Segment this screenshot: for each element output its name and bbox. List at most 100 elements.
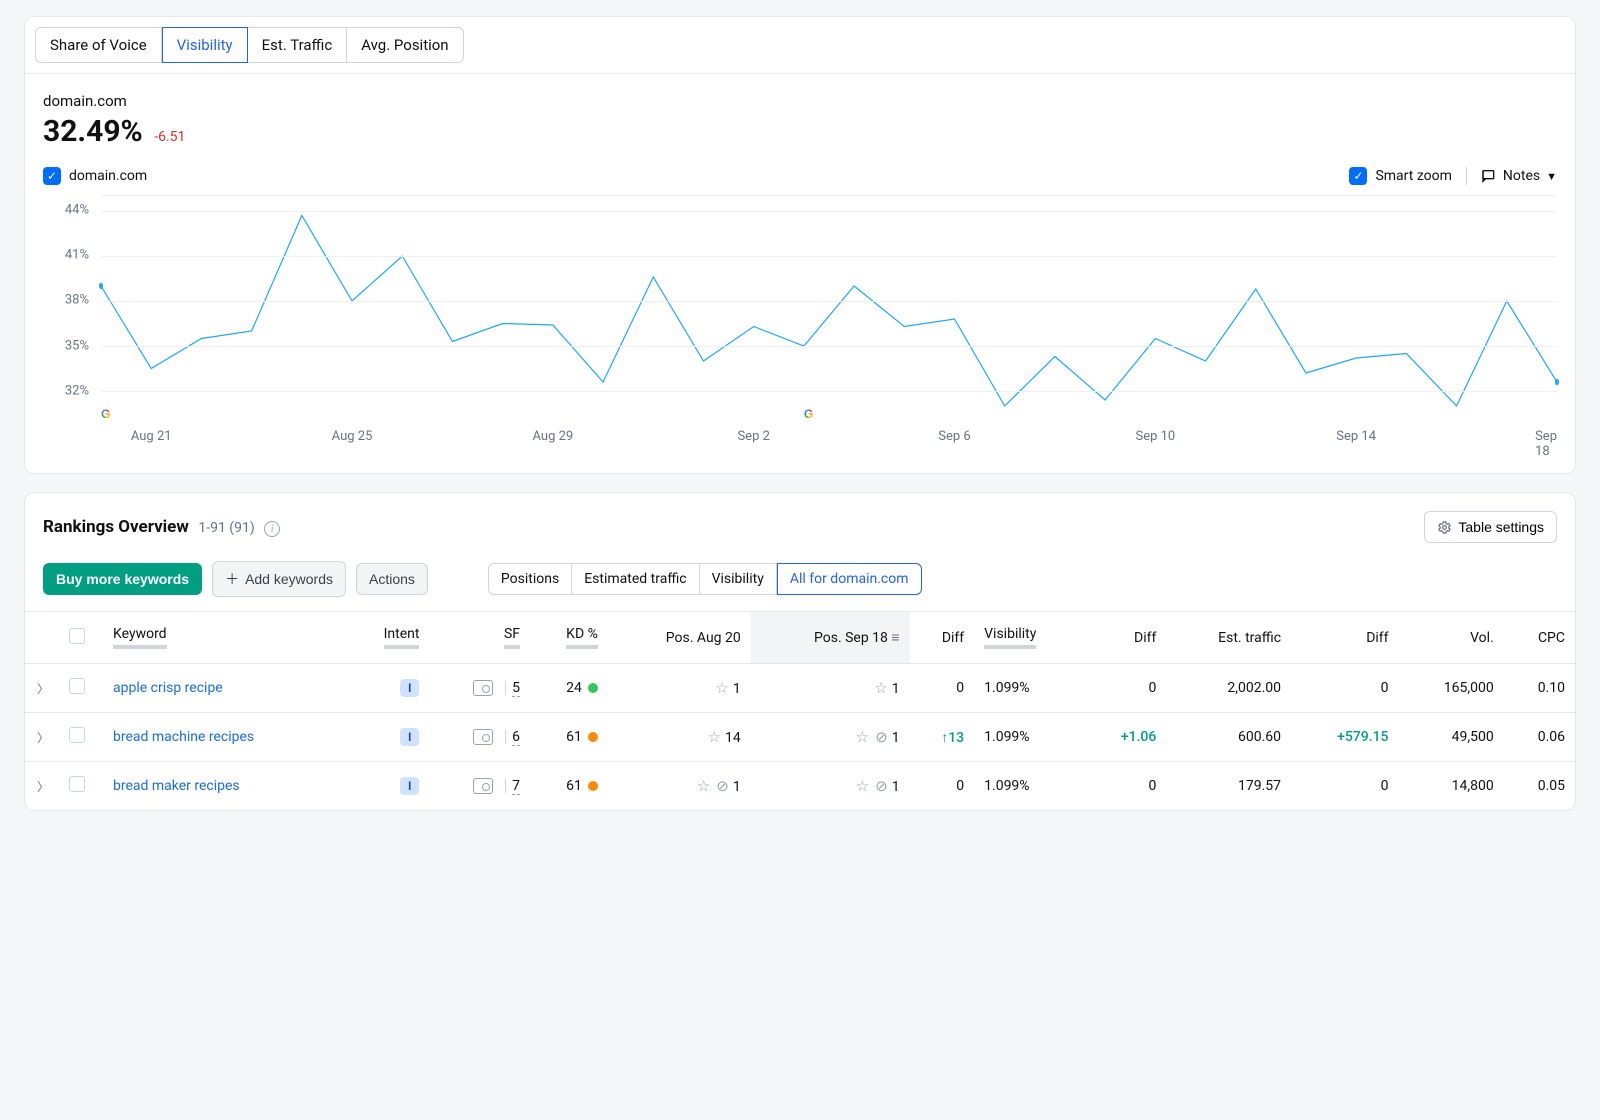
actions-button[interactable]: Actions xyxy=(356,563,428,595)
star-icon: ☆ xyxy=(874,679,887,697)
intent-badge: I xyxy=(400,777,419,795)
col-diff[interactable]: Diff xyxy=(910,612,975,664)
star-icon: ☆ xyxy=(697,777,710,795)
tab-est-traffic[interactable]: Est. Traffic xyxy=(248,27,348,63)
col-vol[interactable]: Vol. xyxy=(1399,612,1504,664)
cpc-cell: 0.05 xyxy=(1538,778,1565,794)
col-kd[interactable]: KD % xyxy=(530,612,608,664)
col-pos1[interactable]: Pos. Sep 18 ≡ xyxy=(751,612,910,664)
sf-count[interactable]: 6 xyxy=(512,729,520,746)
keyword-link[interactable]: bread machine recipes xyxy=(113,729,254,745)
visibility-delta: -6.51 xyxy=(154,129,185,145)
col-intent[interactable]: Intent xyxy=(345,612,429,664)
add-keywords-button[interactable]: ＋ Add keywords xyxy=(212,561,346,597)
row-checkbox[interactable] xyxy=(69,776,85,792)
gear-icon xyxy=(1437,520,1452,535)
row-checkbox[interactable] xyxy=(69,678,85,694)
keyword-link[interactable]: apple crisp recipe xyxy=(113,680,223,696)
serp-features-icon[interactable] xyxy=(473,680,493,696)
keyword-link[interactable]: bread maker recipes xyxy=(113,778,240,794)
diff-value: ↑13 xyxy=(941,730,964,746)
col-pos0[interactable]: Pos. Aug 20 xyxy=(608,612,751,664)
expand-icon[interactable]: 〉 xyxy=(37,731,49,745)
buy-keywords-button[interactable]: Buy more keywords xyxy=(43,563,202,595)
kd-dot-icon xyxy=(588,683,598,693)
kd-value: 61 xyxy=(566,778,582,794)
kd-value: 24 xyxy=(566,680,582,696)
checkbox-icon: ✓ xyxy=(43,167,61,185)
tab-visibility[interactable]: Visibility xyxy=(162,27,248,63)
kd-value: 61 xyxy=(566,729,582,745)
pos-aug20: 1 xyxy=(733,779,741,795)
legend-series-label: domain.com xyxy=(69,168,147,184)
star-icon: ☆ xyxy=(715,679,728,697)
notes-icon xyxy=(1481,168,1497,184)
col-sf[interactable]: SF xyxy=(429,612,530,664)
col-vis-diff[interactable]: Diff xyxy=(1083,612,1167,664)
expand-icon[interactable]: 〉 xyxy=(37,682,49,696)
pos-sep18: 1 xyxy=(892,681,900,697)
volume-cell: 14,800 xyxy=(1452,778,1494,794)
view-segmented: Positions Estimated traffic Visibility A… xyxy=(488,563,922,595)
seg-visibility[interactable]: Visibility xyxy=(700,563,777,595)
serp-features-icon[interactable] xyxy=(473,729,493,745)
diff-value: 0 xyxy=(956,778,964,794)
visibility-cell: 1.099% xyxy=(984,729,1029,745)
col-keyword[interactable]: Keyword xyxy=(103,612,345,664)
visibility-chart[interactable]: 32%35%38%41%44% Aug 21Aug 25Aug 29Sep 2S… xyxy=(43,195,1557,455)
row-checkbox[interactable] xyxy=(69,727,85,743)
info-icon[interactable]: i xyxy=(264,521,280,537)
table-row: 〉 apple crisp recipe I 5 24 ☆1 ☆1 0 1.09… xyxy=(25,664,1575,713)
seg-all[interactable]: All for domain.com xyxy=(777,563,922,595)
est-diff: 0 xyxy=(1381,778,1389,794)
pos-sep18: 1 xyxy=(892,779,900,795)
seg-positions[interactable]: Positions xyxy=(488,563,572,595)
est-traffic-cell: 179.57 xyxy=(1238,778,1281,794)
google-update-icon[interactable] xyxy=(804,407,813,421)
serp-features-icon[interactable] xyxy=(473,778,493,794)
est-diff: 0 xyxy=(1381,680,1389,696)
intent-badge: I xyxy=(400,679,419,697)
notes-button[interactable]: Notes ▼ xyxy=(1481,168,1557,184)
visibility-value: 32.49% xyxy=(43,114,143,149)
legend-series[interactable]: ✓ domain.com xyxy=(43,167,147,185)
select-all-checkbox[interactable] xyxy=(69,628,85,644)
metric-tabs: Share of Voice Visibility Est. Traffic A… xyxy=(25,17,1575,63)
smart-zoom-toggle[interactable]: ✓ Smart zoom xyxy=(1349,167,1451,185)
expand-icon[interactable]: 〉 xyxy=(37,780,49,794)
link-icon: ⊘ xyxy=(875,728,888,746)
visibility-cell: 1.099% xyxy=(984,680,1029,696)
sf-count[interactable]: 5 xyxy=(512,680,520,697)
tab-share-of-voice[interactable]: Share of Voice xyxy=(35,27,162,63)
plus-icon: ＋ xyxy=(225,569,239,589)
table-row: 〉 bread machine recipes I 6 61 ☆14 ☆⊘1 ↑… xyxy=(25,713,1575,762)
col-cpc[interactable]: CPC xyxy=(1504,612,1575,664)
cpc-cell: 0.10 xyxy=(1538,680,1565,696)
tab-avg-position[interactable]: Avg. Position xyxy=(347,27,463,63)
visibility-panel: Share of Voice Visibility Est. Traffic A… xyxy=(24,16,1576,474)
table-settings-button[interactable]: Table settings xyxy=(1424,511,1557,543)
seg-est-traffic[interactable]: Estimated traffic xyxy=(572,563,699,595)
notes-label: Notes xyxy=(1503,168,1540,184)
pos-sep18: 1 xyxy=(892,730,900,746)
volume-cell: 165,000 xyxy=(1444,680,1494,696)
visibility-cell: 1.099% xyxy=(984,778,1029,794)
kd-dot-icon xyxy=(588,781,598,791)
est-diff: +579.15 xyxy=(1337,729,1388,745)
table-settings-label: Table settings xyxy=(1458,519,1544,535)
add-keywords-label: Add keywords xyxy=(245,571,333,587)
col-vis[interactable]: Visibility xyxy=(974,612,1083,664)
star-icon: ☆ xyxy=(856,777,869,795)
col-est-diff[interactable]: Diff xyxy=(1291,612,1398,664)
sf-count[interactable]: 7 xyxy=(512,778,520,795)
vis-diff: 0 xyxy=(1148,778,1156,794)
link-icon: ⊘ xyxy=(716,777,729,795)
col-est[interactable]: Est. traffic xyxy=(1166,612,1291,664)
domain-label: domain.com xyxy=(43,92,1557,110)
star-icon: ☆ xyxy=(856,728,869,746)
link-icon: ⊘ xyxy=(875,777,888,795)
divider xyxy=(1466,167,1467,185)
google-update-icon[interactable] xyxy=(101,407,110,421)
est-traffic-cell: 2,002.00 xyxy=(1227,680,1281,696)
diff-value: 0 xyxy=(956,680,964,696)
